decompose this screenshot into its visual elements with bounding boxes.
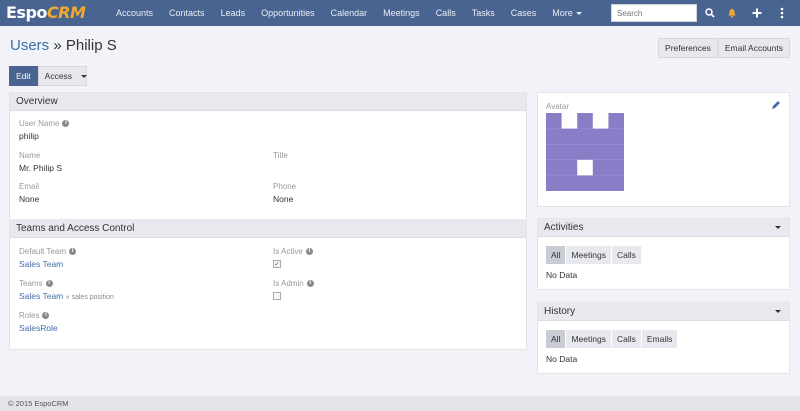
tab-calls[interactable]: Calls (611, 246, 642, 264)
chevron-down-icon[interactable] (775, 226, 781, 229)
email-value: None (19, 194, 40, 204)
logo[interactable]: EspoCRM (6, 3, 86, 22)
history-title: History (544, 306, 576, 317)
user-name-value: philip (19, 131, 39, 141)
activities-header: Activities (538, 219, 789, 237)
user-name-label-text: User Name (19, 119, 60, 128)
nav-item-accounts[interactable]: Accounts (108, 0, 161, 26)
teams-label: Teams i (19, 279, 53, 288)
nav-item-leads[interactable]: Leads (213, 0, 254, 26)
activities-panel: Activities All Meetings Calls No Data (537, 218, 790, 290)
activities-empty: No Data (546, 270, 578, 280)
search-input[interactable] (611, 4, 697, 22)
nav-item-calls[interactable]: Calls (428, 0, 464, 26)
preferences-button[interactable]: Preferences (658, 38, 718, 58)
nav-item-tasks[interactable]: Tasks (464, 0, 503, 26)
info-icon: i (42, 312, 50, 320)
name-label: Name (19, 151, 41, 160)
roles-label-text: Roles (19, 311, 40, 320)
pencil-icon[interactable] (771, 100, 781, 110)
nav-menu: Accounts Contacts Leads Opportunities Ca… (108, 0, 590, 26)
history-empty: No Data (546, 354, 578, 364)
team-link[interactable]: Sales Team (19, 291, 63, 301)
chevron-down-icon (575, 12, 582, 16)
logo-text-espo: Espo (6, 3, 47, 22)
is-admin-label-text: Is Admin (273, 279, 304, 288)
nav-item-calendar[interactable]: Calendar (323, 0, 376, 26)
main-panel: Overview User Name i philip Name Mr. Phil… (9, 92, 527, 350)
plus-icon[interactable] (749, 5, 765, 21)
tab-meetings[interactable]: Meetings (566, 246, 612, 264)
is-active-checkbox: ✓ (273, 260, 281, 268)
info-icon: i (69, 248, 76, 256)
nav-item-more[interactable]: More (544, 0, 590, 26)
chevron-down-icon (81, 75, 88, 79)
record-name: Philip S (65, 37, 117, 54)
phone-value: None (273, 194, 294, 204)
page-title: Users » Philip S (10, 37, 117, 54)
footer: © 2015 EspoCRM (0, 396, 800, 411)
tab-calls[interactable]: Calls (611, 330, 642, 348)
history-tabs: All Meetings Calls Emails (546, 330, 679, 348)
is-admin-label: Is Admin i (273, 279, 314, 288)
access-label: Access (44, 71, 73, 81)
is-active-label: Is Active i (273, 247, 313, 256)
nav-item-opportunities[interactable]: Opportunities (253, 0, 323, 26)
tab-all[interactable]: All (546, 246, 567, 264)
default-team-label-text: Default Team (19, 247, 66, 256)
is-admin-checkbox (273, 292, 281, 300)
activities-title: Activities (544, 222, 584, 233)
breadcrumb-separator: » (49, 37, 66, 54)
action-bar: Edit Access (9, 66, 88, 86)
phone-label: Phone (273, 182, 297, 191)
nav-item-meetings[interactable]: Meetings (375, 0, 428, 26)
tab-emails[interactable]: Emails (641, 330, 679, 348)
team-position: » sales position (65, 294, 114, 301)
access-button[interactable]: Access (37, 66, 88, 86)
default-team-label: Default Team i (19, 247, 76, 256)
nav-item-cases[interactable]: Cases (503, 0, 545, 26)
history-header: History (538, 303, 789, 321)
edit-button[interactable]: Edit (9, 66, 38, 86)
nav-more-label: More (552, 8, 573, 18)
title-label: Title (273, 151, 288, 160)
avatar-label: Avatar (546, 102, 569, 111)
default-team-link[interactable]: Sales Team (19, 259, 63, 269)
info-icon: i (306, 280, 314, 288)
search-icon[interactable] (702, 5, 718, 21)
team-value: Sales Team » sales position (19, 291, 114, 301)
activities-tabs: All Meetings Calls (546, 246, 642, 264)
info-icon: i (45, 280, 53, 288)
info-icon: i (305, 248, 313, 256)
top-navbar: EspoCRM Accounts Contacts Leads Opportun… (0, 0, 800, 26)
menu-icon[interactable] (774, 5, 790, 21)
roles-label: Roles i (19, 311, 50, 320)
history-panel: History All Meetings Calls Emails No Dat… (537, 302, 790, 374)
tab-all[interactable]: All (546, 330, 567, 348)
name-value: Mr. Philip S (19, 163, 62, 173)
avatar-panel: Avatar (537, 92, 790, 207)
header-buttons: Preferences Email Accounts (658, 38, 790, 58)
logo-text-crm: CRM (46, 3, 86, 22)
overview-header: Overview (10, 93, 526, 111)
avatar (546, 113, 624, 191)
is-active-label-text: Is Active (273, 247, 303, 256)
email-accounts-button[interactable]: Email Accounts (717, 38, 790, 58)
user-name-label: User Name i (19, 119, 70, 128)
breadcrumb-users[interactable]: Users (10, 37, 49, 54)
nav-item-contacts[interactable]: Contacts (161, 0, 213, 26)
bell-icon[interactable] (724, 5, 740, 21)
teams-label-text: Teams (19, 279, 43, 288)
info-icon: i (62, 120, 70, 128)
teams-header: Teams and Access Control (10, 219, 526, 238)
role-link[interactable]: SalesRole (19, 323, 58, 333)
email-label: Email (19, 182, 40, 191)
chevron-down-icon[interactable] (775, 310, 781, 313)
tab-meetings[interactable]: Meetings (566, 330, 612, 348)
